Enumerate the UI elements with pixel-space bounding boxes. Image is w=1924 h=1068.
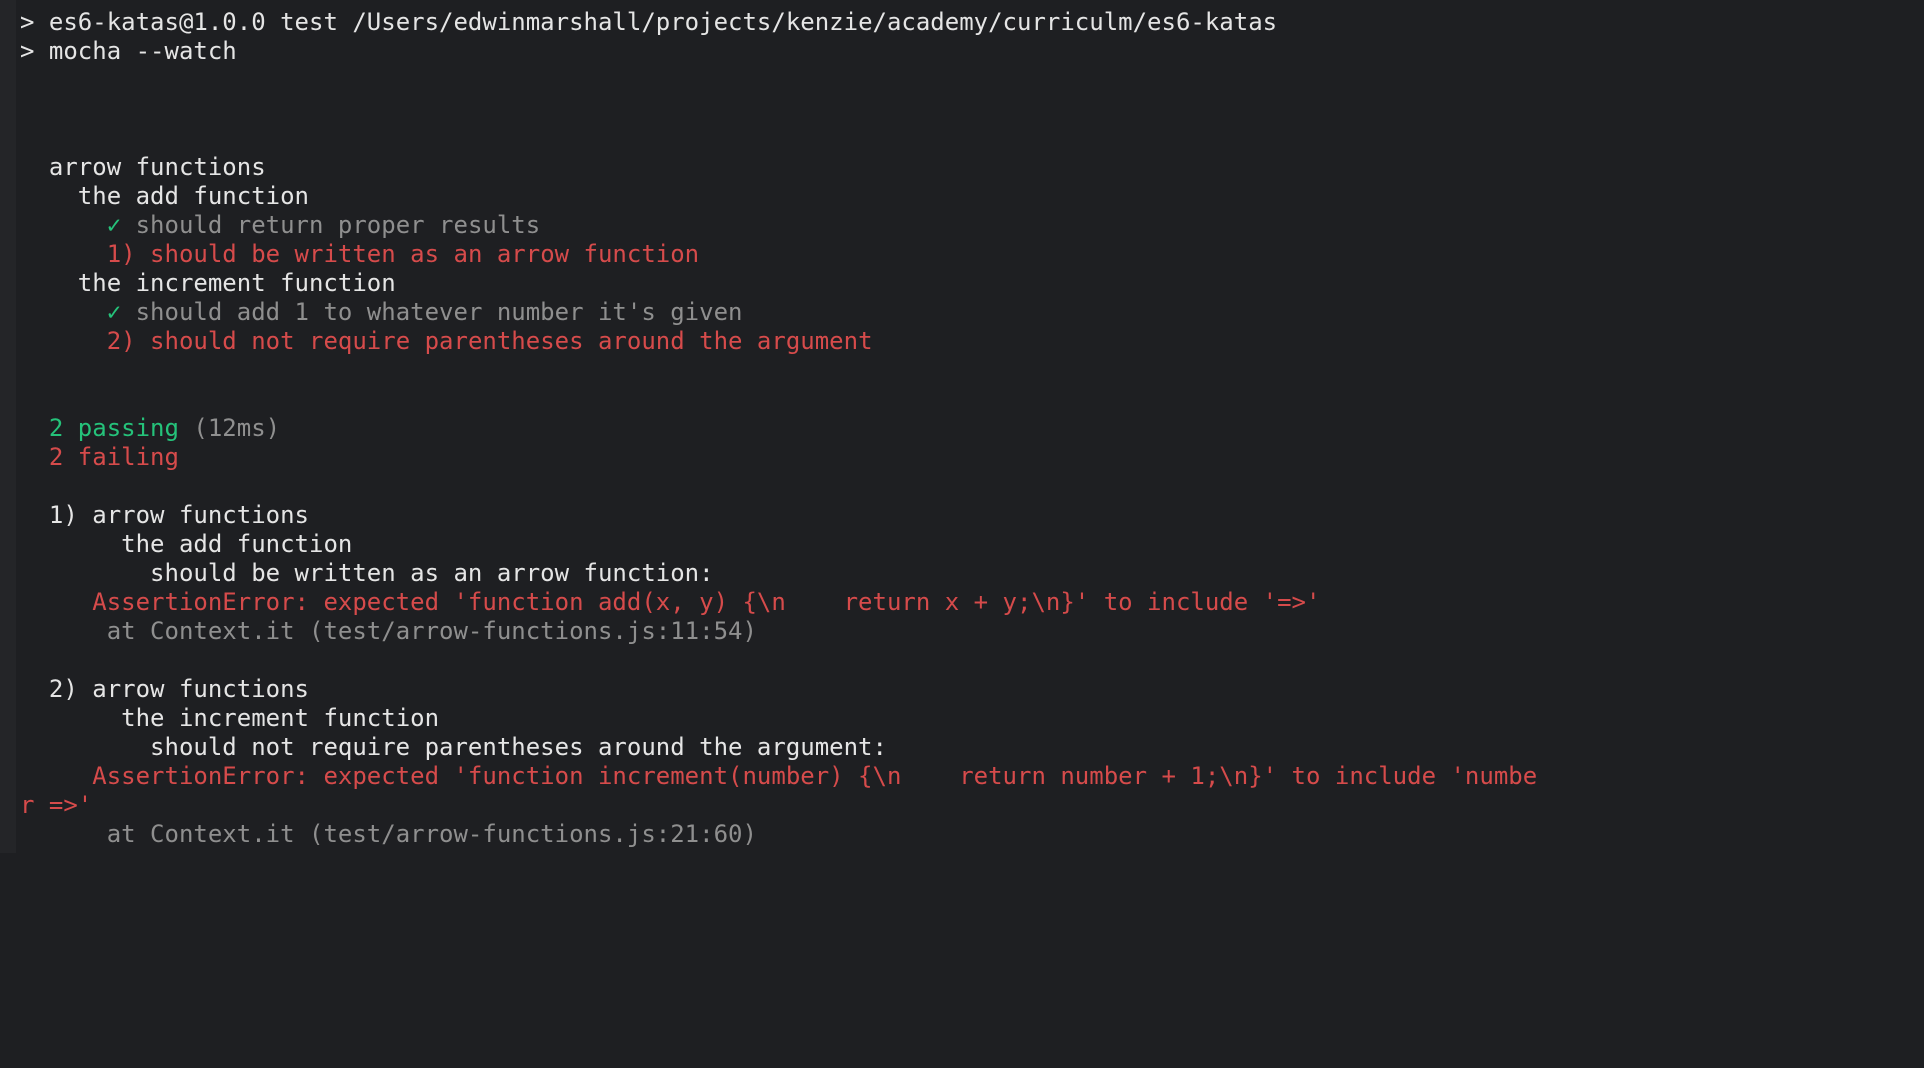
error1-assertion: AssertionError: expected 'function add(x… bbox=[92, 588, 1320, 616]
npm-script-header-line1: > es6-katas@1.0.0 test /Users/edwinmarsh… bbox=[20, 8, 1277, 36]
suite2-title: the increment function bbox=[78, 269, 396, 297]
summary-fail-count: 2 bbox=[49, 443, 63, 471]
error2-assertion-line1: AssertionError: expected 'function incre… bbox=[92, 762, 1537, 790]
npm-script-line1-text: es6-katas@1.0.0 test /Users/edwinmarshal… bbox=[49, 8, 1277, 36]
error2-path1: arrow functions bbox=[78, 675, 309, 703]
error2-path3: should not require parentheses around th… bbox=[150, 733, 887, 761]
summary-fail-word: failing bbox=[63, 443, 179, 471]
suite1-fail-text: should be written as an arrow function bbox=[136, 240, 700, 268]
error2-stack: at Context.it (test/arrow-functions.js:2… bbox=[107, 820, 757, 848]
error1-path1: arrow functions bbox=[78, 501, 309, 529]
prompt-caret: > bbox=[20, 8, 49, 36]
error1-path2: the add function bbox=[121, 530, 352, 558]
error1-path3: should be written as an arrow function: bbox=[150, 559, 714, 587]
error1-num: 1) bbox=[49, 501, 78, 529]
suite-root-title: arrow functions bbox=[49, 153, 266, 181]
check-icon: ✓ bbox=[107, 211, 121, 239]
suite2-pass-text: should add 1 to whatever number it's giv… bbox=[121, 298, 742, 326]
summary-pass-duration: (12ms) bbox=[179, 414, 280, 442]
summary-pass-count: 2 bbox=[49, 414, 63, 442]
check-icon: ✓ bbox=[107, 298, 121, 326]
suite1-fail-num: 1) bbox=[107, 240, 136, 268]
terminal-output: > es6-katas@1.0.0 test /Users/edwinmarsh… bbox=[0, 0, 1924, 853]
suite2-fail-num: 2) bbox=[107, 327, 136, 355]
prompt-caret: > bbox=[20, 37, 49, 65]
error2-assertion-line2: r =>' bbox=[20, 791, 92, 819]
suite1-pass-text: should return proper results bbox=[121, 211, 540, 239]
npm-script-header-line2: > mocha --watch bbox=[20, 37, 237, 65]
error2-num: 2) bbox=[49, 675, 78, 703]
summary-pass-word: passing bbox=[63, 414, 179, 442]
suite2-fail-text: should not require parentheses around th… bbox=[136, 327, 873, 355]
error2-path2: the increment function bbox=[121, 704, 439, 732]
npm-script-line2-text: mocha --watch bbox=[49, 37, 237, 65]
suite1-title: the add function bbox=[78, 182, 309, 210]
error1-stack: at Context.it (test/arrow-functions.js:1… bbox=[107, 617, 757, 645]
